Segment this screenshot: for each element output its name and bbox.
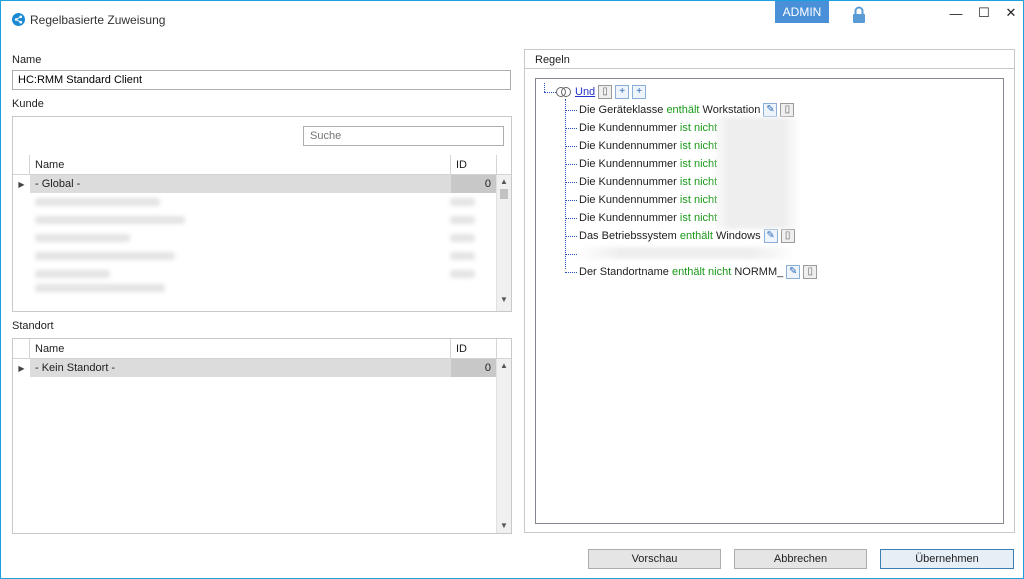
search-input[interactable] bbox=[303, 126, 504, 146]
column-header-name[interactable]: Name bbox=[30, 155, 451, 174]
scroll-up-icon[interactable]: ▲ bbox=[497, 359, 511, 373]
share-icon bbox=[12, 13, 25, 26]
cell-name: - Kein Standort - bbox=[30, 359, 451, 377]
redacted-values bbox=[711, 117, 801, 229]
rules-panel: Regeln Und ▯ + + Die Geräteklasse enthäl… bbox=[524, 49, 1015, 533]
delete-icon[interactable]: ▯ bbox=[598, 85, 613, 99]
tree-root: Und ▯ + + bbox=[556, 83, 647, 101]
column-header-id[interactable]: ID bbox=[451, 155, 496, 174]
table-row[interactable] bbox=[13, 193, 496, 211]
rule-item: Das Betriebssystem enthält Windows ✎ ▯ bbox=[565, 227, 817, 245]
standort-scrollbar[interactable]: ▲ ▼ bbox=[496, 359, 511, 533]
rules-tree: Und ▯ + + Die Geräteklasse enthält Works… bbox=[535, 78, 1004, 524]
apply-button[interactable]: Übernehmen bbox=[880, 549, 1014, 569]
kunde-grid-header: Name ID bbox=[13, 155, 511, 175]
name-label: Name bbox=[12, 54, 42, 66]
table-row[interactable] bbox=[13, 283, 496, 293]
scroll-thumb[interactable] bbox=[500, 189, 508, 199]
dialog-window: Regelbasierte Zuweisung ADMIN — ☐ ✕ Name… bbox=[0, 0, 1024, 579]
maximize-button[interactable]: ☐ bbox=[976, 5, 992, 21]
table-row-selected[interactable]: ▶ - Kein Standort - 0 bbox=[13, 359, 496, 377]
minimize-button[interactable]: — bbox=[948, 5, 964, 21]
rule-item: Der Standortname enthält nicht NORMM_ ✎ ▯ bbox=[565, 263, 818, 281]
edit-icon[interactable]: ✎ bbox=[763, 229, 778, 243]
cell-name: - Global - bbox=[30, 175, 451, 193]
table-row[interactable] bbox=[13, 265, 496, 283]
table-row[interactable] bbox=[13, 211, 496, 229]
scroll-down-icon[interactable]: ▼ bbox=[497, 293, 511, 307]
kunde-grid: Name ID ▶ - Global - 0 ▲ ▼ bbox=[13, 155, 511, 311]
rules-label: Regeln bbox=[535, 54, 570, 66]
scroll-up-icon[interactable]: ▲ bbox=[497, 175, 511, 189]
redacted-rule bbox=[576, 247, 796, 259]
preview-button[interactable]: Vorschau bbox=[588, 549, 721, 569]
delete-icon[interactable]: ▯ bbox=[780, 229, 795, 243]
root-operator-link[interactable]: Und bbox=[575, 86, 595, 98]
cancel-button[interactable]: Abbrechen bbox=[734, 549, 867, 569]
window-title: Regelbasierte Zuweisung bbox=[30, 13, 166, 27]
table-row[interactable] bbox=[13, 247, 496, 265]
delete-icon[interactable]: ▯ bbox=[780, 103, 795, 117]
standort-grid-header: Name ID bbox=[13, 339, 511, 359]
kunde-scrollbar[interactable]: ▲ ▼ bbox=[496, 175, 511, 311]
column-header-name[interactable]: Name bbox=[30, 339, 451, 358]
column-header-id[interactable]: ID bbox=[451, 339, 496, 358]
edit-icon[interactable]: ✎ bbox=[763, 103, 778, 117]
lock-icon[interactable] bbox=[852, 6, 866, 24]
standort-label: Standort bbox=[12, 320, 54, 332]
cell-id: 0 bbox=[451, 175, 496, 193]
delete-icon[interactable]: ▯ bbox=[803, 265, 818, 279]
kunde-label: Kunde bbox=[12, 98, 44, 110]
add-group-icon[interactable]: + bbox=[632, 85, 647, 99]
table-row[interactable] bbox=[13, 229, 496, 247]
standort-panel: Name ID ▶ - Kein Standort - 0 ▲ ▼ bbox=[12, 338, 512, 534]
edit-icon[interactable]: ✎ bbox=[786, 265, 801, 279]
kunde-panel: Name ID ▶ - Global - 0 bbox=[12, 116, 512, 312]
table-row-selected[interactable]: ▶ - Global - 0 bbox=[13, 175, 496, 193]
row-pointer-icon: ▶ bbox=[18, 363, 25, 373]
name-input[interactable] bbox=[12, 70, 511, 90]
scroll-down-icon[interactable]: ▼ bbox=[497, 519, 511, 533]
admin-badge[interactable]: ADMIN bbox=[775, 1, 829, 23]
add-rule-icon[interactable]: + bbox=[615, 85, 630, 99]
row-pointer-icon: ▶ bbox=[18, 179, 25, 189]
close-button[interactable]: ✕ bbox=[1003, 5, 1019, 21]
cell-id: 0 bbox=[451, 359, 496, 377]
venn-icon bbox=[556, 86, 572, 98]
